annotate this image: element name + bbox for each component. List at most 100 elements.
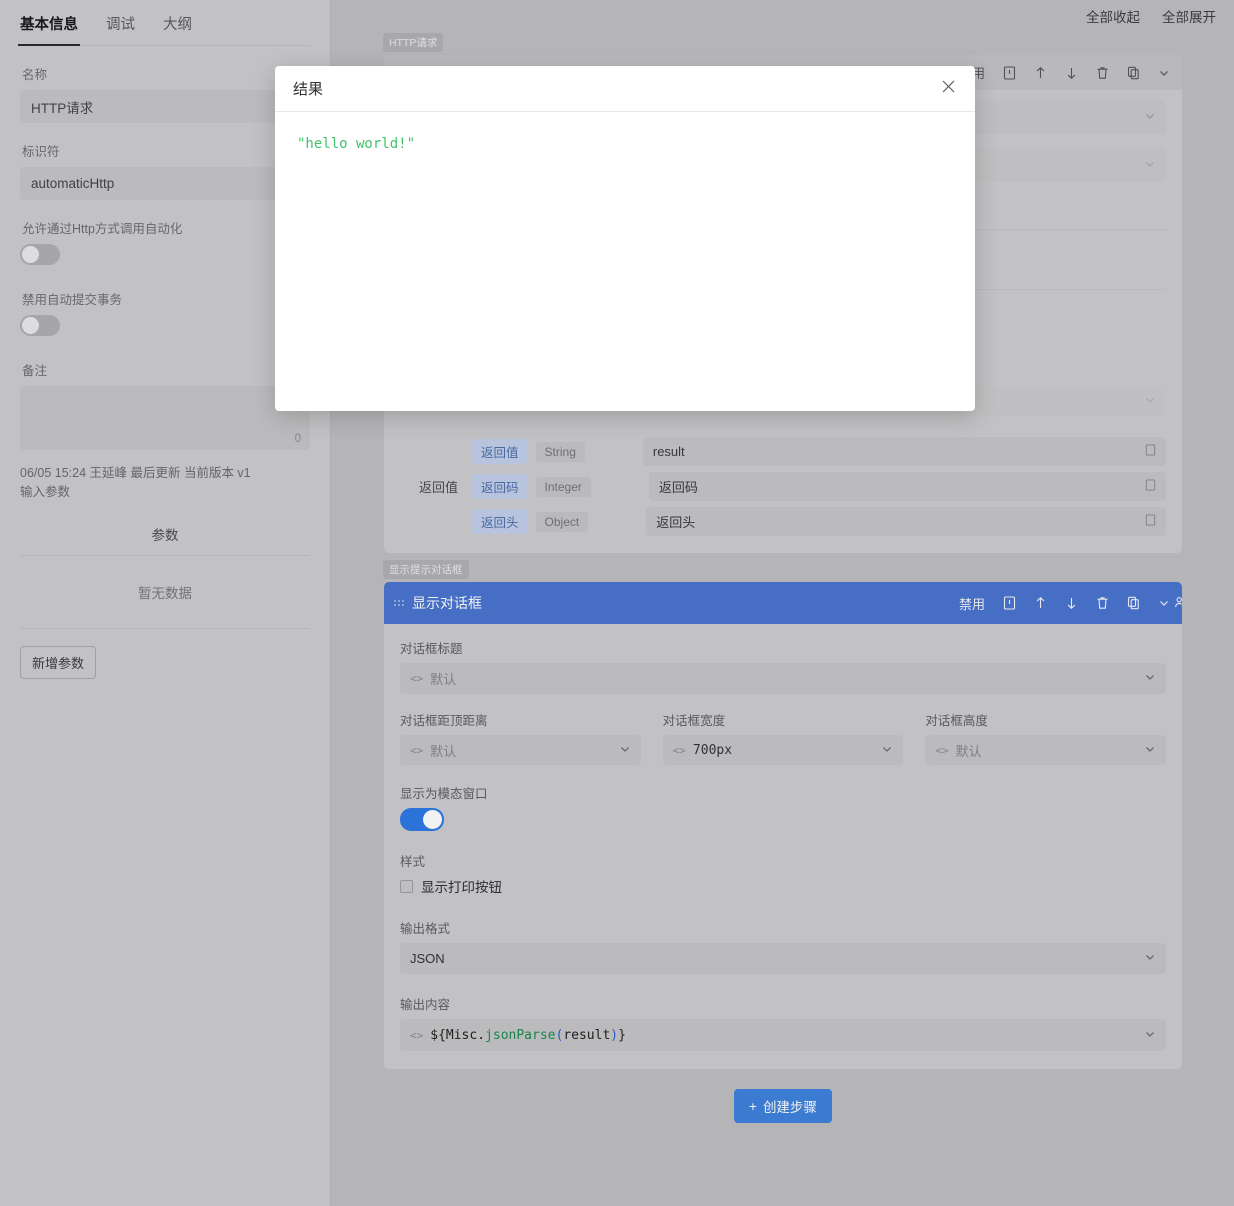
- dialog-step-header[interactable]: 显示对话框 禁用: [384, 582, 1182, 624]
- tab-outline[interactable]: 大纲: [163, 13, 192, 45]
- arrow-down-icon[interactable]: [1065, 596, 1078, 610]
- toggle-knob: [22, 317, 39, 334]
- return-row-type: Object: [536, 512, 589, 532]
- chevron-down-icon: [1144, 110, 1156, 125]
- disable-autocommit-toggle[interactable]: [20, 315, 60, 336]
- style-label: 样式: [400, 851, 1166, 870]
- name-label: 名称: [22, 64, 310, 83]
- name-input[interactable]: HTTP请求: [20, 90, 310, 123]
- note-icon[interactable]: [1003, 66, 1016, 80]
- note-icon[interactable]: [1145, 479, 1156, 494]
- top-distance-label: 对话框距顶距离: [400, 710, 641, 729]
- print-button-checkbox-label: 显示打印按钮: [421, 876, 502, 896]
- expr-paren-close: ): [610, 1028, 618, 1043]
- table-row: 返回码 Integer 返回码: [472, 469, 1166, 504]
- result-modal-body: "hello world!": [275, 112, 975, 411]
- print-button-checkbox[interactable]: [400, 880, 413, 893]
- trash-icon[interactable]: [1096, 66, 1109, 80]
- params-empty-state: 暂无数据: [20, 556, 310, 629]
- return-row-type: String: [536, 442, 585, 462]
- chevron-down-icon[interactable]: [1144, 951, 1156, 966]
- return-row-type: Integer: [536, 477, 591, 497]
- create-step-label: 创建步骤: [763, 1096, 817, 1116]
- output-format-value: JSON: [410, 951, 445, 966]
- dialog-title-label: 对话框标题: [400, 638, 1166, 657]
- code-icon: <>: [410, 744, 423, 757]
- output-format-label: 输出格式: [400, 918, 1166, 937]
- dialog-title-placeholder: 默认: [430, 669, 456, 688]
- return-row-value-text: 返回头: [656, 512, 695, 531]
- add-person-button[interactable]: [1169, 589, 1182, 615]
- code-icon: <>: [410, 1029, 423, 1042]
- collapse-all-link[interactable]: 全部收起: [1086, 6, 1140, 26]
- top-distance-input[interactable]: <> 默认: [400, 735, 641, 765]
- tab-debug[interactable]: 调试: [106, 13, 135, 45]
- chevron-down-icon[interactable]: [881, 743, 893, 758]
- arrow-down-icon[interactable]: [1065, 66, 1078, 80]
- last-updated-line: 06/05 15:24 王延峰 最后更新 当前版本 v1: [20, 464, 310, 483]
- return-row-value[interactable]: 返回头: [646, 507, 1166, 536]
- width-input[interactable]: <> 700px: [663, 735, 904, 765]
- create-step-button[interactable]: + 创建步骤: [734, 1089, 832, 1123]
- output-content-label: 输出内容: [400, 994, 1166, 1013]
- return-row-tag[interactable]: 返回头: [472, 509, 528, 534]
- note-icon[interactable]: [1145, 514, 1156, 529]
- remark-textarea[interactable]: 0: [20, 386, 310, 450]
- output-content-input[interactable]: <> ${Misc.jsonParse(result)}: [400, 1019, 1166, 1051]
- print-button-checkbox-row[interactable]: 显示打印按钮: [400, 876, 1166, 896]
- trash-icon[interactable]: [1096, 596, 1109, 610]
- note-icon[interactable]: [1145, 444, 1156, 459]
- chevron-down-icon[interactable]: [1144, 671, 1156, 686]
- disable-button[interactable]: 禁用: [959, 594, 985, 613]
- dialog-step-tag: 显示提示对话框: [383, 560, 469, 579]
- identifier-input-value: automaticHttp: [31, 176, 114, 191]
- height-placeholder: 默认: [956, 741, 982, 760]
- note-icon[interactable]: [1003, 596, 1016, 610]
- toggle-knob: [423, 810, 442, 829]
- return-row-value[interactable]: 返回码: [649, 472, 1166, 501]
- tab-basic-info[interactable]: 基本信息: [20, 13, 78, 45]
- expr-arg: result: [563, 1028, 610, 1043]
- drag-handle-icon[interactable]: [394, 600, 404, 606]
- allow-http-label: 允许通过Http方式调用自动化: [22, 218, 310, 237]
- close-icon[interactable]: [940, 78, 957, 100]
- chevron-down-icon[interactable]: [619, 743, 631, 758]
- identifier-label: 标识符: [22, 141, 310, 160]
- arrow-up-icon[interactable]: [1034, 596, 1047, 610]
- dialog-title-input[interactable]: <> 默认: [400, 663, 1166, 694]
- remark-label: 备注: [22, 360, 310, 379]
- width-value: 700px: [693, 743, 732, 758]
- width-group: 对话框宽度 <> 700px: [663, 710, 904, 765]
- output-format-select[interactable]: JSON: [400, 943, 1166, 974]
- return-row-value-text: result: [653, 444, 685, 459]
- add-param-button[interactable]: 新增参数: [20, 646, 96, 679]
- modal-window-toggle[interactable]: [400, 808, 444, 831]
- return-row-tag[interactable]: 返回值: [472, 439, 528, 464]
- dialog-dimensions-row: 对话框距顶距离 <> 默认 对话框宽度 <> 7: [400, 710, 1166, 765]
- table-row: 返回值 String result: [472, 434, 1166, 469]
- height-label: 对话框高度: [925, 710, 1166, 729]
- chevron-down-icon[interactable]: [1144, 1028, 1156, 1043]
- copy-icon[interactable]: [1127, 66, 1140, 80]
- params-table-header: 参数: [20, 524, 310, 556]
- dialog-step-toolbar: 禁用: [959, 594, 1170, 613]
- http-return-values-section: 返回值 返回值 String result 返回码: [384, 434, 1182, 553]
- identifier-input[interactable]: automaticHttp 1: [20, 167, 310, 200]
- meta-info: 06/05 15:24 王延峰 最后更新 当前版本 v1 输入参数: [20, 464, 310, 502]
- chevron-down-icon[interactable]: [1158, 67, 1170, 79]
- return-row-tag[interactable]: 返回码: [472, 474, 528, 499]
- http-step-toolbar: 禁用: [959, 63, 1170, 82]
- top-distance-placeholder: 默认: [430, 741, 456, 760]
- dialog-step-tag-wrap: 显示提示对话框: [332, 559, 1234, 578]
- copy-icon[interactable]: [1127, 596, 1140, 610]
- arrow-up-icon[interactable]: [1034, 66, 1047, 80]
- chevron-down-icon[interactable]: [1144, 743, 1156, 758]
- return-values-rows: 返回值 String result 返回码 Integer: [472, 434, 1166, 539]
- height-input[interactable]: <> 默认: [925, 735, 1166, 765]
- expr-prefix: ${Misc.: [430, 1028, 485, 1043]
- toggle-knob: [22, 246, 39, 263]
- return-row-value[interactable]: result: [643, 437, 1166, 466]
- allow-http-toggle[interactable]: [20, 244, 60, 265]
- expand-all-link[interactable]: 全部展开: [1162, 6, 1216, 26]
- input-params-heading: 输入参数: [20, 483, 310, 502]
